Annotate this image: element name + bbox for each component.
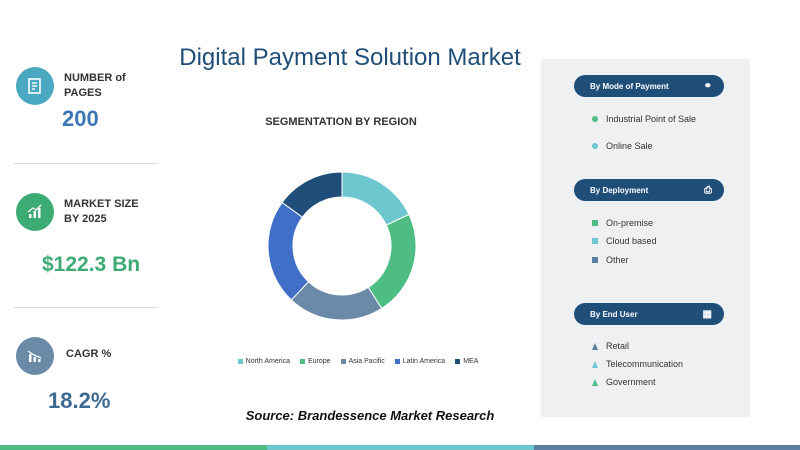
legend-swatch bbox=[340, 359, 346, 364]
cagr-value: 18.2% bbox=[48, 388, 111, 413]
section-header-deployment: By Deployment ⎙ bbox=[574, 179, 724, 201]
footer-bar-green bbox=[0, 445, 267, 450]
bullet-square bbox=[592, 238, 598, 244]
divider bbox=[14, 163, 158, 164]
bullet-square bbox=[592, 257, 598, 263]
pages-label: NUMBER of PAGES bbox=[64, 72, 126, 99]
list-item: Industrial Point of Sale bbox=[592, 114, 696, 124]
market-size-label: MARKET SIZE BY 2025 bbox=[64, 198, 139, 225]
handshake-icon: ⚭ bbox=[703, 80, 712, 92]
bullet-triangle bbox=[592, 360, 598, 368]
list-item: On-premise bbox=[592, 218, 653, 228]
bullet-triangle bbox=[592, 378, 598, 386]
legend-swatch bbox=[300, 359, 305, 364]
growth-chart-icon bbox=[16, 193, 54, 231]
bullet-triangle bbox=[592, 342, 598, 350]
bullet-dot bbox=[592, 143, 598, 149]
legend-label: Europe bbox=[308, 358, 331, 365]
list-item: Retail bbox=[592, 341, 629, 351]
cagr-label: CAGR % bbox=[66, 348, 112, 360]
source-note: Source: Brandessence Market Research bbox=[245, 408, 495, 423]
legend-label: Asia Pacific bbox=[348, 358, 385, 365]
list-item: Telecommunication bbox=[592, 359, 683, 369]
legend-label: North America bbox=[245, 358, 290, 365]
legend-item: MEA bbox=[455, 358, 478, 365]
legend-item: Latin America bbox=[394, 358, 446, 365]
list-item: Cloud based bbox=[592, 236, 657, 246]
pages-icon bbox=[16, 67, 54, 105]
list-item: Other bbox=[592, 255, 629, 265]
chart-title: SEGMENTATION BY REGION bbox=[265, 116, 417, 128]
donut-chart bbox=[267, 171, 417, 321]
donut-slice-europe bbox=[367, 213, 417, 310]
pages-value: 200 bbox=[62, 106, 99, 131]
building-icon: ▦ bbox=[702, 308, 712, 320]
legend-swatch bbox=[394, 359, 400, 364]
section-header-end-user: By End User ▦ bbox=[574, 303, 724, 325]
footer-bar-teal bbox=[267, 445, 534, 450]
section-header-mode-of-payment: By Mode of Payment ⚭ bbox=[574, 75, 724, 97]
legend-swatch bbox=[237, 359, 243, 364]
footer-bar-steel bbox=[534, 445, 800, 450]
legend-label: MEA bbox=[463, 358, 479, 365]
bar-chart-icon bbox=[16, 337, 54, 375]
legend-item: Asia Pacific bbox=[340, 358, 385, 365]
chart-legend: North America Europe Asia Pacific Latin Ame… bbox=[208, 358, 508, 365]
legend-label: Latin America bbox=[402, 358, 446, 365]
legend-item: North America bbox=[237, 358, 290, 365]
bullet-dot bbox=[592, 116, 598, 122]
list-item: Online Sale bbox=[592, 141, 653, 151]
donut-slice-asia-pacific bbox=[290, 281, 383, 321]
market-size-value: $122.3 Bn bbox=[42, 253, 141, 276]
list-item: Government bbox=[592, 377, 656, 387]
legend-item: Europe bbox=[300, 358, 331, 365]
printer-icon: ⎙ bbox=[704, 184, 712, 196]
page-title: Digital Payment Solution Market bbox=[179, 44, 521, 71]
bullet-square bbox=[592, 220, 598, 226]
divider bbox=[14, 307, 158, 308]
legend-swatch bbox=[455, 359, 461, 364]
donut-slice-north-america bbox=[341, 171, 410, 226]
